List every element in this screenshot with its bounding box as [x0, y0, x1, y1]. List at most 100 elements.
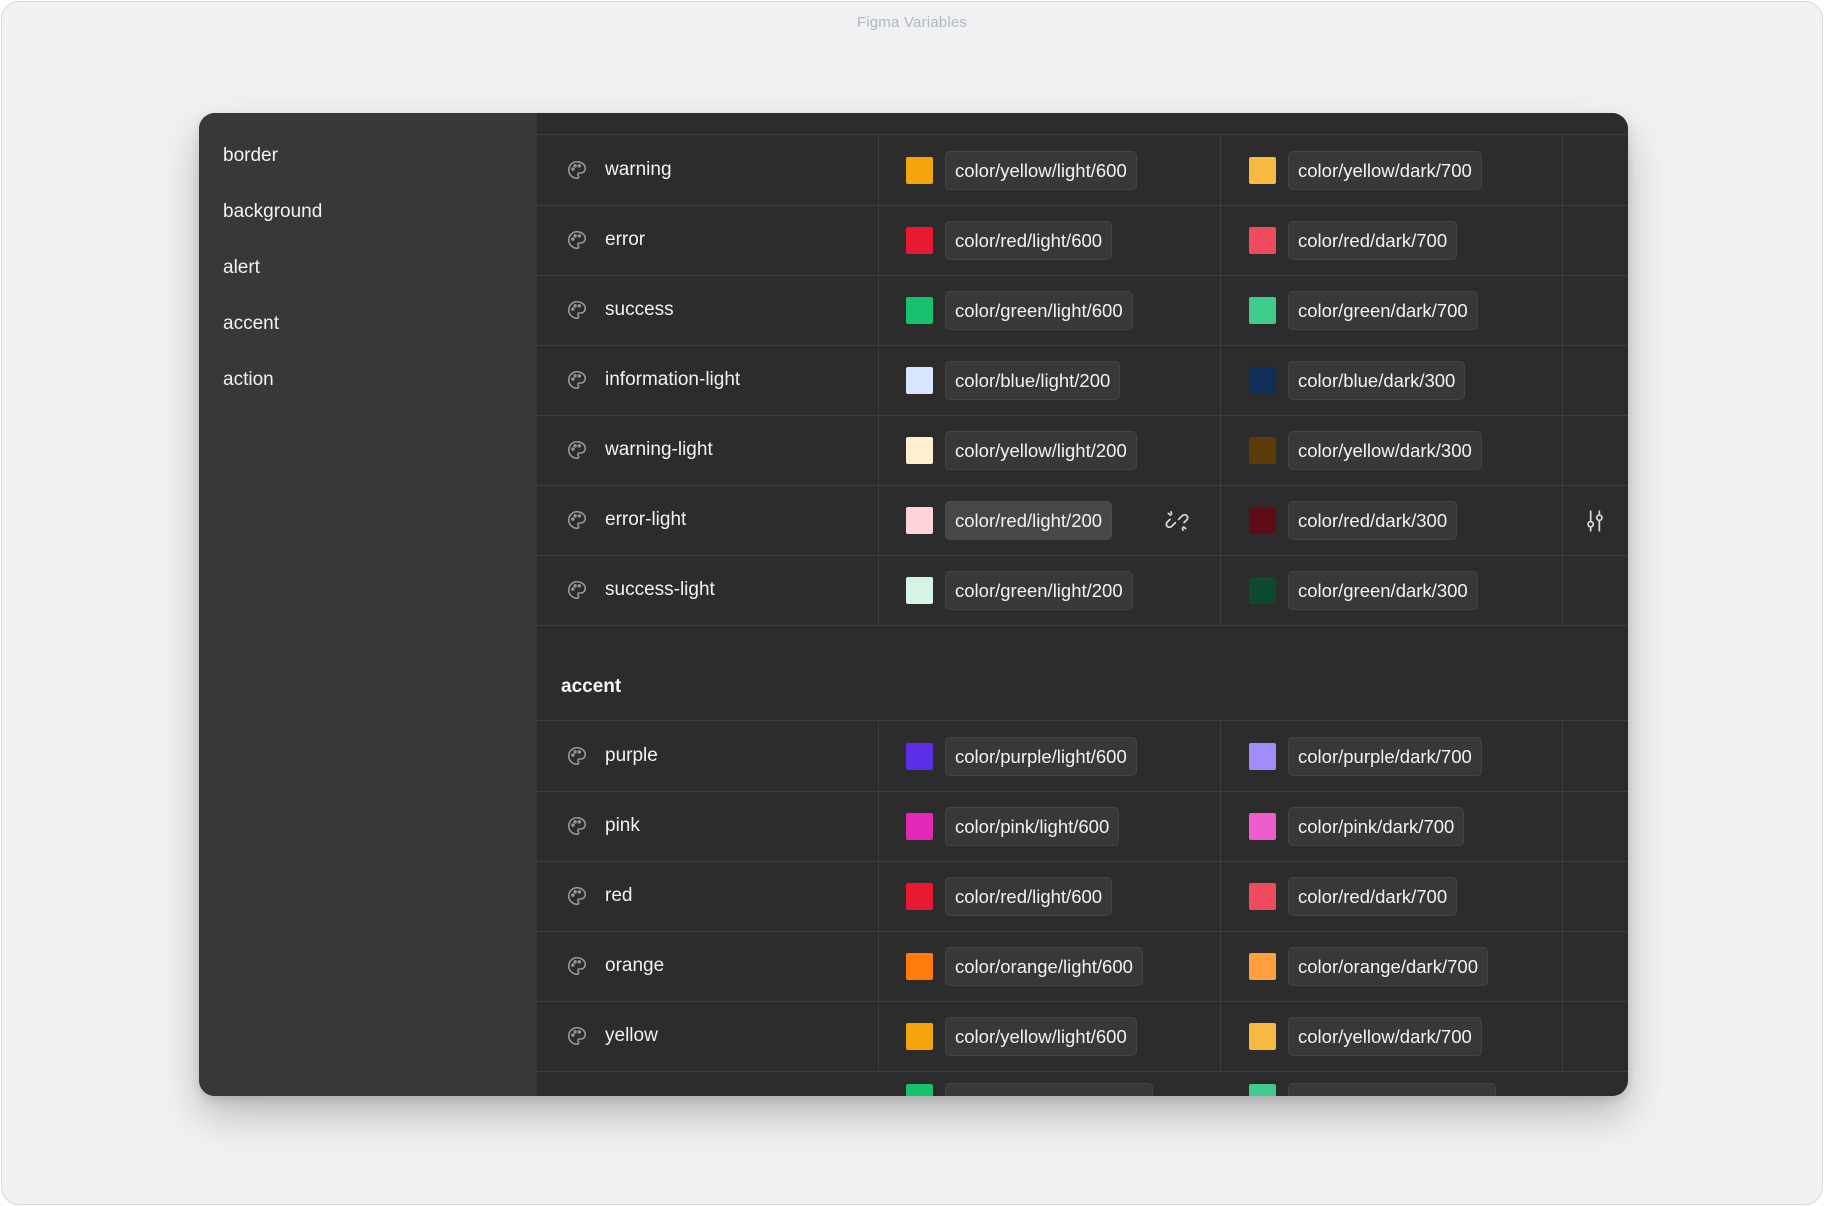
palette-icon — [566, 1025, 588, 1047]
sidebar-item-action[interactable]: action — [223, 369, 274, 391]
light-value-pill[interactable]: color/red/light/600 — [945, 221, 1113, 260]
palette-icon — [566, 299, 588, 321]
dark-color-swatch[interactable] — [1249, 367, 1276, 394]
value-pill — [1288, 1083, 1496, 1096]
table-row[interactable]: purple color/purple/light/600 color/purp… — [537, 721, 1628, 792]
dark-color-swatch[interactable] — [1249, 507, 1276, 534]
variable-name[interactable]: error — [605, 229, 645, 251]
dark-color-swatch[interactable] — [1249, 227, 1276, 254]
dark-value-pill[interactable]: color/green/dark/700 — [1288, 291, 1478, 330]
variables-panel: border background alert accent action wa… — [199, 113, 1628, 1096]
palette-icon — [566, 815, 588, 837]
sidebar-item-alert[interactable]: alert — [223, 257, 260, 279]
dark-color-swatch[interactable] — [1249, 953, 1276, 980]
table-row[interactable]: warning-light color/yellow/light/200 col… — [537, 415, 1628, 486]
variable-name[interactable]: yellow — [605, 1025, 658, 1047]
variable-name[interactable]: warning-light — [605, 439, 713, 461]
color-swatch — [906, 1084, 933, 1096]
palette-icon — [566, 369, 588, 391]
light-color-swatch[interactable] — [906, 507, 933, 534]
variable-name[interactable]: information-light — [605, 369, 740, 391]
sidebar-item-border[interactable]: border — [223, 145, 278, 167]
palette-icon — [566, 439, 588, 461]
sidebar-item-accent[interactable]: accent — [223, 313, 279, 335]
variable-name[interactable]: error-light — [605, 509, 686, 531]
palette-icon — [566, 579, 588, 601]
table-row[interactable]: error-light color/red/light/200 color/re… — [537, 485, 1628, 556]
dark-color-swatch[interactable] — [1249, 813, 1276, 840]
light-value-pill[interactable]: color/green/light/200 — [945, 571, 1133, 610]
dark-value-pill[interactable]: color/yellow/dark/700 — [1288, 1017, 1482, 1056]
light-value-pill[interactable]: color/yellow/light/600 — [945, 151, 1137, 190]
dark-value-pill[interactable]: color/red/dark/700 — [1288, 221, 1458, 260]
light-color-swatch[interactable] — [906, 297, 933, 324]
light-value-pill[interactable]: color/yellow/light/200 — [945, 431, 1137, 470]
table-row[interactable]: red color/red/light/600 color/red/dark/7… — [537, 861, 1628, 932]
sidebar-item-background[interactable]: background — [223, 201, 322, 223]
dark-color-swatch[interactable] — [1249, 437, 1276, 464]
variable-name[interactable]: orange — [605, 955, 664, 977]
light-color-swatch[interactable] — [906, 367, 933, 394]
table-row-partial-bottom — [537, 1071, 1628, 1096]
sliders-icon[interactable] — [1582, 508, 1608, 534]
dark-color-swatch[interactable] — [1249, 577, 1276, 604]
dark-color-swatch[interactable] — [1249, 297, 1276, 324]
group-header-accent: accent — [561, 676, 622, 697]
table-row[interactable]: pink color/pink/light/600 color/pink/dar… — [537, 791, 1628, 862]
dark-value-pill[interactable]: color/yellow/dark/700 — [1288, 151, 1482, 190]
palette-icon — [566, 159, 588, 181]
light-color-swatch[interactable] — [906, 743, 933, 770]
light-value-pill[interactable]: color/yellow/light/600 — [945, 1017, 1137, 1056]
dark-value-pill[interactable]: color/pink/dark/700 — [1288, 807, 1465, 846]
dark-value-pill[interactable]: color/red/dark/700 — [1288, 877, 1458, 916]
dark-value-pill[interactable]: color/red/dark/300 — [1288, 501, 1458, 540]
light-value-pill[interactable]: color/red/light/600 — [945, 877, 1113, 916]
light-value-pill[interactable]: color/green/light/600 — [945, 291, 1133, 330]
variables-table: warning color/yellow/light/600 color/yel… — [537, 113, 1628, 1096]
variable-name[interactable]: success — [605, 299, 674, 321]
variable-name[interactable]: warning — [605, 159, 672, 181]
variable-name[interactable]: pink — [605, 815, 640, 837]
unlink-icon[interactable] — [1164, 508, 1190, 534]
light-color-swatch[interactable] — [906, 577, 933, 604]
dark-value-pill[interactable]: color/purple/dark/700 — [1288, 737, 1482, 776]
light-value-pill[interactable]: color/orange/light/600 — [945, 947, 1143, 986]
light-color-swatch[interactable] — [906, 953, 933, 980]
palette-icon — [566, 229, 588, 251]
light-value-pill[interactable]: color/blue/light/200 — [945, 361, 1121, 400]
dark-value-pill[interactable]: color/yellow/dark/300 — [1288, 431, 1482, 470]
palette-icon — [566, 509, 588, 531]
dark-value-pill[interactable]: color/blue/dark/300 — [1288, 361, 1466, 400]
table-row[interactable]: yellow color/yellow/light/600 color/yell… — [537, 1001, 1628, 1072]
dark-color-swatch[interactable] — [1249, 1023, 1276, 1050]
dark-color-swatch[interactable] — [1249, 883, 1276, 910]
light-value-pill[interactable]: color/red/light/200 — [945, 501, 1113, 540]
table-row[interactable]: warning color/yellow/light/600 color/yel… — [537, 135, 1628, 206]
color-swatch — [1249, 1084, 1276, 1096]
light-color-swatch[interactable] — [906, 1023, 933, 1050]
dark-value-pill[interactable]: color/green/dark/300 — [1288, 571, 1478, 610]
dark-color-swatch[interactable] — [1249, 157, 1276, 184]
sidebar: border background alert accent action — [199, 113, 537, 1096]
window-frame: Figma Variables border background alert … — [1, 1, 1823, 1205]
light-color-swatch[interactable] — [906, 227, 933, 254]
light-value-pill[interactable]: color/pink/light/600 — [945, 807, 1120, 846]
table-row[interactable]: success-light color/green/light/200 colo… — [537, 555, 1628, 626]
light-color-swatch[interactable] — [906, 437, 933, 464]
table-row[interactable]: information-light color/blue/light/200 c… — [537, 345, 1628, 416]
table-row[interactable]: orange color/orange/light/600 color/oran… — [537, 931, 1628, 1002]
variable-name[interactable]: red — [605, 885, 632, 907]
light-color-swatch[interactable] — [906, 813, 933, 840]
value-pill — [945, 1083, 1153, 1096]
variable-name[interactable]: purple — [605, 745, 658, 767]
palette-icon — [566, 955, 588, 977]
light-color-swatch[interactable] — [906, 157, 933, 184]
dark-value-pill[interactable]: color/orange/dark/700 — [1288, 947, 1488, 986]
variable-name[interactable]: success-light — [605, 579, 715, 601]
light-value-pill[interactable]: color/purple/light/600 — [945, 737, 1137, 776]
dark-color-swatch[interactable] — [1249, 743, 1276, 770]
light-color-swatch[interactable] — [906, 883, 933, 910]
palette-icon — [566, 885, 588, 907]
table-row[interactable]: error color/red/light/600 color/red/dark… — [537, 205, 1628, 276]
table-row[interactable]: success color/green/light/600 color/gree… — [537, 275, 1628, 346]
